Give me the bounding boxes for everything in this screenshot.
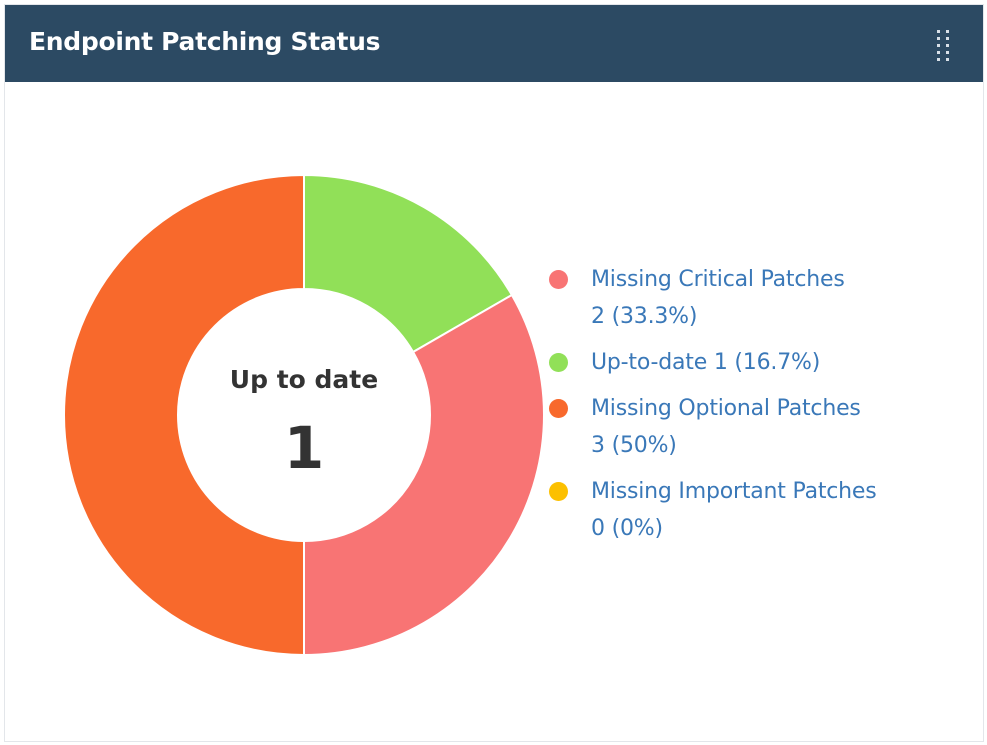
legend-value-critical: 2 (33.3%)	[591, 304, 698, 329]
legend-dot-optional	[549, 399, 568, 418]
legend-dot-critical	[549, 270, 568, 289]
legend-value-optional: 3 (50%)	[591, 433, 677, 458]
legend-item-critical[interactable]: Missing Critical Patches 2 (33.3%)	[549, 261, 949, 335]
legend-item-uptodate[interactable]: Up-to-date 1 (16.7%)	[549, 344, 949, 381]
endpoint-patching-widget: Endpoint Patching Status Up to date 1 Mi…	[4, 4, 984, 742]
chart-legend: Missing Critical Patches 2 (33.3%) Up-to-d…	[549, 261, 949, 556]
legend-label-uptodate: Up-to-date 1 (16.7%)	[591, 350, 821, 375]
donut-slice-missing-critical-patches[interactable]	[303, 293, 545, 657]
legend-dot-important	[549, 482, 568, 501]
legend-dot-uptodate	[549, 353, 568, 372]
legend-item-important[interactable]: Missing Important Patches 0 (0%)	[549, 473, 949, 547]
center-value: 1	[284, 414, 324, 482]
legend-value-important: 0 (0%)	[591, 516, 663, 541]
legend-label-critical: Missing Critical Patches	[591, 267, 845, 292]
donut-slice-missing-optional-patches[interactable]	[63, 173, 305, 657]
donut-chart: Up to date 1	[63, 173, 545, 657]
legend-item-optional[interactable]: Missing Optional Patches 3 (50%)	[549, 390, 949, 464]
drag-handle-dots-icon[interactable]	[932, 29, 956, 67]
legend-label-optional: Missing Optional Patches	[591, 396, 861, 421]
legend-label-important: Missing Important Patches	[591, 479, 877, 504]
center-label: Up to date	[230, 365, 378, 394]
